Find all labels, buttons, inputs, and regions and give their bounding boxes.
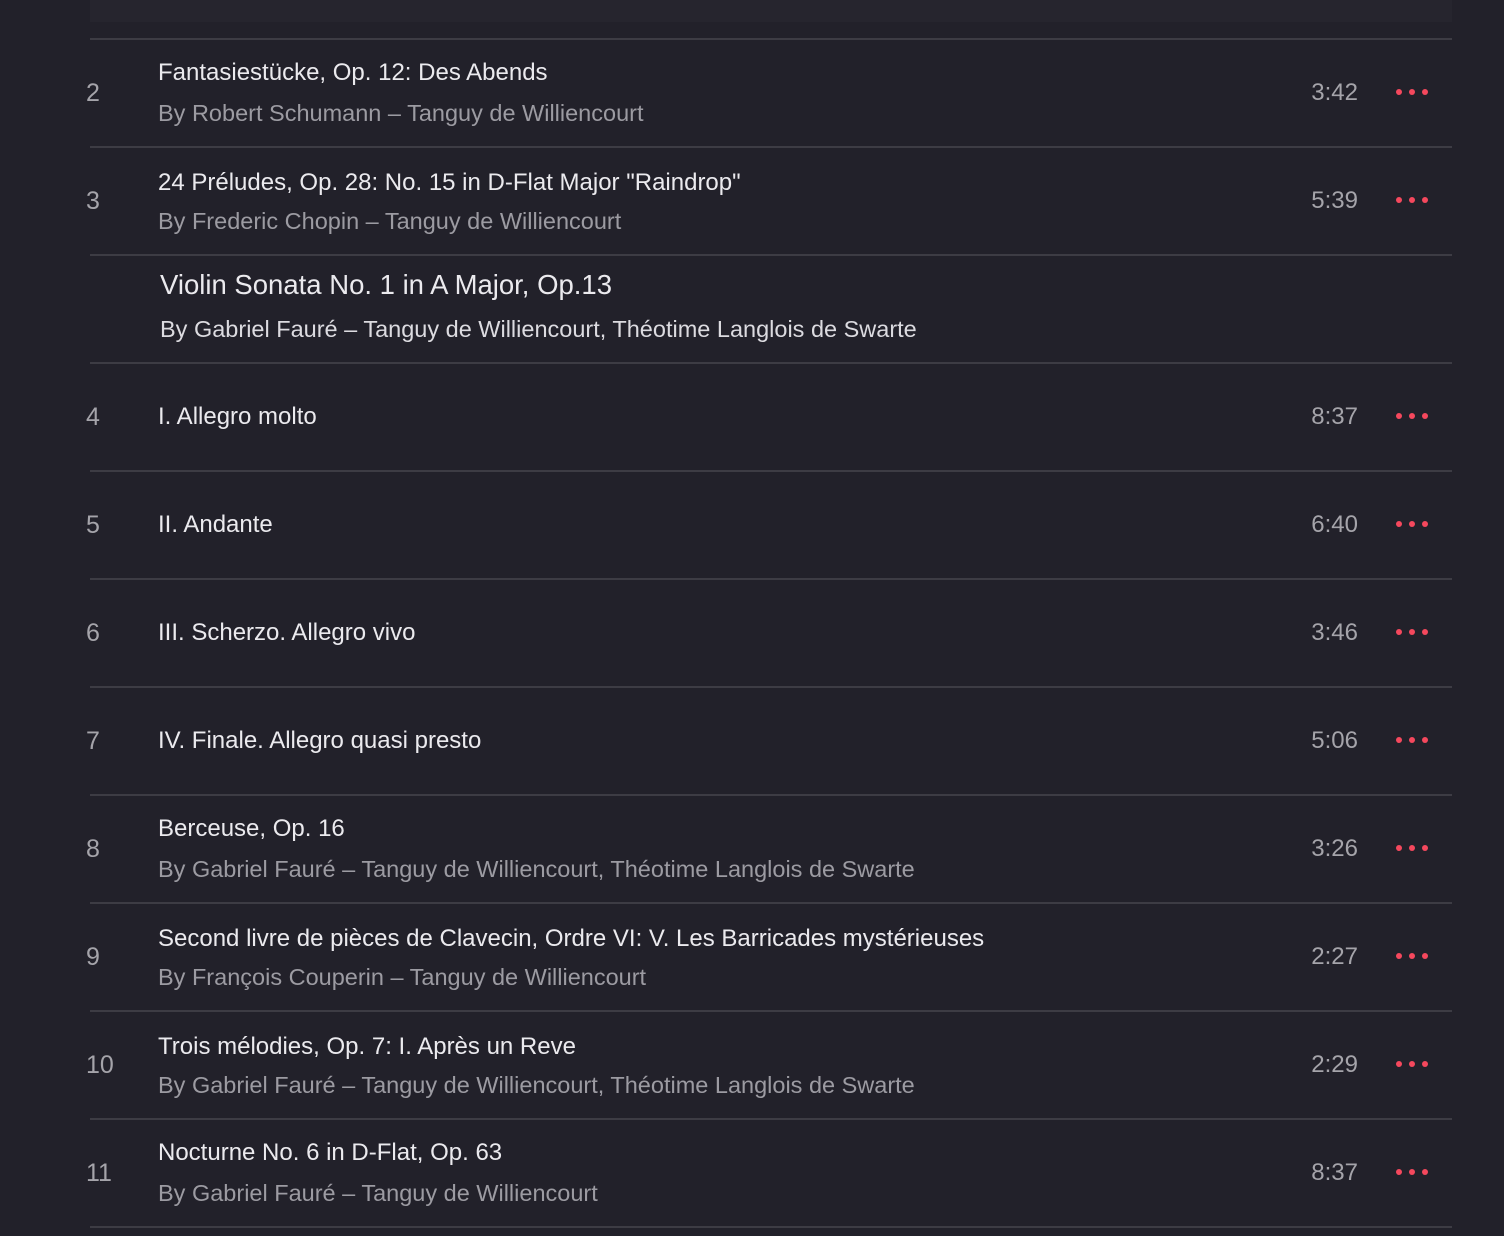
track-artist: By François Couperin – Tanguy de Willien… xyxy=(158,964,647,990)
track-row[interactable]: 2 Fantasiestücke, Op. 12: Des Abends By … xyxy=(0,40,1504,146)
more-ellipsis-icon[interactable] xyxy=(1396,622,1428,642)
track-number: 6 xyxy=(86,619,100,647)
track-row[interactable]: 3 24 Préludes, Op. 28: No. 15 in D-Flat … xyxy=(0,148,1504,254)
work-header: Violin Sonata No. 1 in A Major, Op.13 By… xyxy=(0,256,1504,362)
track-number: 4 xyxy=(86,403,100,431)
track-duration: 2:29 xyxy=(1311,1051,1358,1078)
track-row[interactable]: 4 I. Allegro molto 8:37 xyxy=(0,364,1504,470)
track-title: Berceuse, Op. 16 xyxy=(158,815,345,842)
track-duration: 8:37 xyxy=(1311,1159,1358,1186)
track-duration: 5:06 xyxy=(1311,727,1358,754)
track-artist: By Robert Schumann – Tanguy de Willienco… xyxy=(158,100,644,126)
track-duration: 6:40 xyxy=(1311,511,1358,538)
more-ellipsis-icon[interactable] xyxy=(1396,838,1428,858)
track-number: 3 xyxy=(86,187,100,215)
track-row[interactable]: 8 Berceuse, Op. 16 By Gabriel Fauré – Ta… xyxy=(0,796,1504,902)
track-number: 5 xyxy=(86,511,100,539)
track-number: 7 xyxy=(86,727,100,755)
track-duration: 5:39 xyxy=(1311,187,1358,214)
track-number: 8 xyxy=(86,835,100,863)
work-artist: By Gabriel Fauré – Tanguy de Williencour… xyxy=(160,316,917,342)
track-title: 24 Préludes, Op. 28: No. 15 in D-Flat Ma… xyxy=(158,169,741,196)
track-row[interactable]: 6 III. Scherzo. Allegro vivo 3:46 xyxy=(0,580,1504,686)
track-duration: 3:42 xyxy=(1311,79,1358,106)
work-title: Violin Sonata No. 1 in A Major, Op.13 xyxy=(160,269,613,300)
track-duration: 3:46 xyxy=(1311,619,1358,646)
track-title: I. Allegro molto xyxy=(158,403,317,430)
divider xyxy=(90,1226,1452,1228)
more-ellipsis-icon[interactable] xyxy=(1396,406,1428,426)
track-title: Nocturne No. 6 in D-Flat, Op. 63 xyxy=(158,1139,503,1166)
track-artist: By Gabriel Fauré – Tanguy de Williencour… xyxy=(158,1180,598,1206)
track-title: IV. Finale. Allegro quasi presto xyxy=(158,727,482,754)
more-ellipsis-icon[interactable] xyxy=(1396,514,1428,534)
track-duration: 8:37 xyxy=(1311,403,1358,430)
more-ellipsis-icon[interactable] xyxy=(1396,190,1428,210)
track-row[interactable]: 10 Trois mélodies, Op. 7: I. Après un Re… xyxy=(0,1012,1504,1118)
track-number: 2 xyxy=(86,79,100,107)
track-number: 11 xyxy=(86,1159,112,1187)
track-row[interactable]: 5 II. Andante 6:40 xyxy=(0,472,1504,578)
more-ellipsis-icon[interactable] xyxy=(1396,1162,1428,1182)
more-ellipsis-icon[interactable] xyxy=(1396,82,1428,102)
track-number: 9 xyxy=(86,943,100,971)
track-title: Trois mélodies, Op. 7: I. Après un Reve xyxy=(158,1033,576,1060)
track-artist: By Gabriel Fauré – Tanguy de Williencour… xyxy=(158,856,915,882)
track-row[interactable]: 9 Second livre de pièces de Clavecin, Or… xyxy=(0,904,1504,1010)
track-artist: By Frederic Chopin – Tanguy de Willienco… xyxy=(158,208,622,234)
track-row[interactable]: 11 Nocturne No. 6 in D-Flat, Op. 63 By G… xyxy=(0,1120,1504,1226)
track-title: Second livre de pièces de Clavecin, Ordr… xyxy=(158,925,985,952)
track-title: II. Andante xyxy=(158,511,273,538)
track-title: III. Scherzo. Allegro vivo xyxy=(158,619,416,646)
track-title: Fantasiestücke, Op. 12: Des Abends xyxy=(158,59,548,86)
tracklist: 2 Fantasiestücke, Op. 12: Des Abends By … xyxy=(0,0,1504,1236)
more-ellipsis-icon[interactable] xyxy=(1396,946,1428,966)
track-row[interactable]: 7 IV. Finale. Allegro quasi presto 5:06 xyxy=(0,688,1504,794)
more-ellipsis-icon[interactable] xyxy=(1396,730,1428,750)
track-duration: 3:26 xyxy=(1311,835,1358,862)
track-artist: By Gabriel Fauré – Tanguy de Williencour… xyxy=(158,1072,915,1098)
top-bar xyxy=(90,0,1452,22)
track-duration: 2:27 xyxy=(1311,943,1358,970)
more-ellipsis-icon[interactable] xyxy=(1396,1054,1428,1074)
track-number: 10 xyxy=(86,1051,114,1079)
